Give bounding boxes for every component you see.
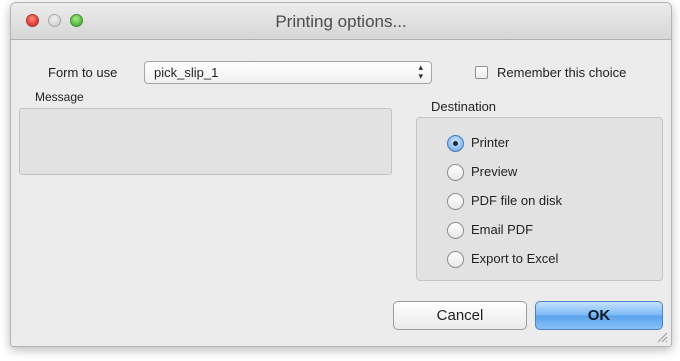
remember-choice-label[interactable]: Remember this choice bbox=[497, 65, 626, 80]
message-field[interactable] bbox=[19, 108, 392, 175]
radio-icon[interactable] bbox=[447, 164, 464, 181]
remember-choice-checkbox[interactable] bbox=[475, 66, 488, 79]
form-select[interactable]: pick_slip_1 ▴ ▾ bbox=[144, 61, 432, 84]
form-select-value: pick_slip_1 bbox=[154, 65, 219, 80]
destination-label: Destination bbox=[431, 99, 497, 114]
window-title: Printing options... bbox=[275, 12, 407, 31]
ok-button[interactable]: OK bbox=[535, 301, 663, 330]
destination-group: Printer Preview PDF file on disk Email P… bbox=[416, 117, 663, 281]
radio-icon[interactable] bbox=[447, 251, 464, 268]
form-to-use-label: Form to use bbox=[48, 65, 118, 80]
printing-options-dialog: Printing options... Form to use pick_sli… bbox=[10, 2, 672, 347]
radio-icon[interactable] bbox=[447, 193, 464, 210]
message-label: Message bbox=[35, 90, 84, 104]
title-bar[interactable]: Printing options... bbox=[11, 3, 671, 40]
radio-export-excel-label[interactable]: Export to Excel bbox=[471, 251, 558, 266]
updown-arrows-icon: ▴ ▾ bbox=[418, 62, 423, 81]
radio-selected-icon[interactable] bbox=[447, 135, 464, 152]
radio-dot-icon bbox=[453, 141, 458, 146]
resize-grip-icon[interactable] bbox=[656, 331, 668, 343]
cancel-button[interactable]: Cancel bbox=[393, 301, 527, 330]
radio-pdf-file-label[interactable]: PDF file on disk bbox=[471, 193, 562, 208]
radio-preview-label[interactable]: Preview bbox=[471, 164, 517, 179]
radio-printer-label[interactable]: Printer bbox=[471, 135, 509, 150]
radio-email-pdf-label[interactable]: Email PDF bbox=[471, 222, 533, 237]
radio-icon[interactable] bbox=[447, 222, 464, 239]
